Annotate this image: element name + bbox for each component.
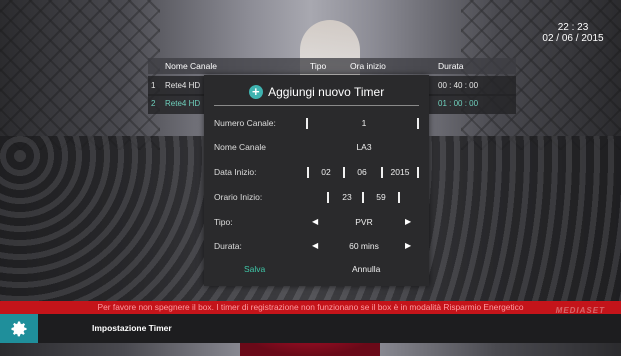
field-bracket <box>362 192 364 203</box>
header-channel-name: Nome Canale <box>165 61 217 71</box>
field-bracket <box>417 118 419 129</box>
field-bracket <box>398 192 400 203</box>
plus-icon: + <box>248 84 263 99</box>
dialog-divider <box>214 105 419 106</box>
start-date-day-field[interactable]: 02 <box>316 165 336 179</box>
start-date-label: Data Inizio: <box>214 167 257 177</box>
row-duration: 01 : 00 : 00 <box>438 99 479 108</box>
header-start-time: Ora inizio <box>350 61 386 71</box>
start-time-hour-field[interactable]: 23 <box>335 190 359 204</box>
field-bracket <box>417 167 419 178</box>
timer-list-header: Nome Canale Tipo Ora inizio Durata <box>148 58 516 74</box>
type-selector[interactable]: PVR <box>344 215 384 229</box>
duration-label: Durata: <box>214 241 242 251</box>
field-bracket <box>343 167 345 178</box>
channel-name-value: LA3 <box>356 142 372 152</box>
arrow-left-icon[interactable]: ◀ <box>312 215 318 229</box>
clock-date: 02 / 06 / 2015 <box>542 33 604 44</box>
gear-icon <box>11 321 27 337</box>
settings-button[interactable] <box>0 314 38 343</box>
mediaset-logo: MEDIASET <box>555 306 605 315</box>
header-duration: Durata <box>438 61 464 71</box>
channel-name-label: Nome Canale <box>214 142 266 152</box>
row-index: 1 <box>151 81 156 90</box>
cancel-button[interactable]: Annulla <box>352 264 380 274</box>
clock: 22 : 23 02 / 06 / 2015 <box>535 22 611 44</box>
row-channel: Rete4 HD <box>165 99 201 108</box>
save-button[interactable]: Salva <box>244 264 265 274</box>
row-channel: Rete4 HD <box>165 81 201 90</box>
power-saving-warning: Per favore non spegnere il box. I timer … <box>0 301 621 314</box>
dialog-title: + Aggiungi nuovo Timer <box>204 81 429 102</box>
duration-selector[interactable]: 60 mins <box>338 239 390 253</box>
start-time-minute-field[interactable]: 59 <box>369 190 393 204</box>
start-time-label: Orario Inizio: <box>214 192 263 202</box>
field-bracket <box>327 192 329 203</box>
field-bracket <box>381 167 383 178</box>
start-date-month-field[interactable]: 06 <box>352 165 372 179</box>
dialog-title-text: Aggiungi nuovo Timer <box>268 84 385 99</box>
row-index: 2 <box>151 99 156 108</box>
channel-number-field[interactable]: 1 <box>344 116 384 130</box>
field-bracket <box>306 118 308 129</box>
arrow-left-icon[interactable]: ◀ <box>312 239 318 253</box>
start-date-year-field[interactable]: 2015 <box>387 165 413 179</box>
footer-title: Impostazione Timer <box>92 323 172 333</box>
stage-truss-left <box>0 0 160 150</box>
channel-number-label: Numero Canale: <box>214 118 276 128</box>
arrow-right-icon[interactable]: ▶ <box>405 215 411 229</box>
type-label: Tipo: <box>214 217 233 227</box>
add-timer-dialog: + Aggiungi nuovo Timer Numero Canale: 1 … <box>204 75 429 286</box>
row-duration: 00 : 40 : 00 <box>438 81 479 90</box>
header-type: Tipo <box>310 61 327 71</box>
arrow-right-icon[interactable]: ▶ <box>405 239 411 253</box>
clock-time: 22 : 23 <box>557 22 589 33</box>
field-bracket <box>307 167 309 178</box>
